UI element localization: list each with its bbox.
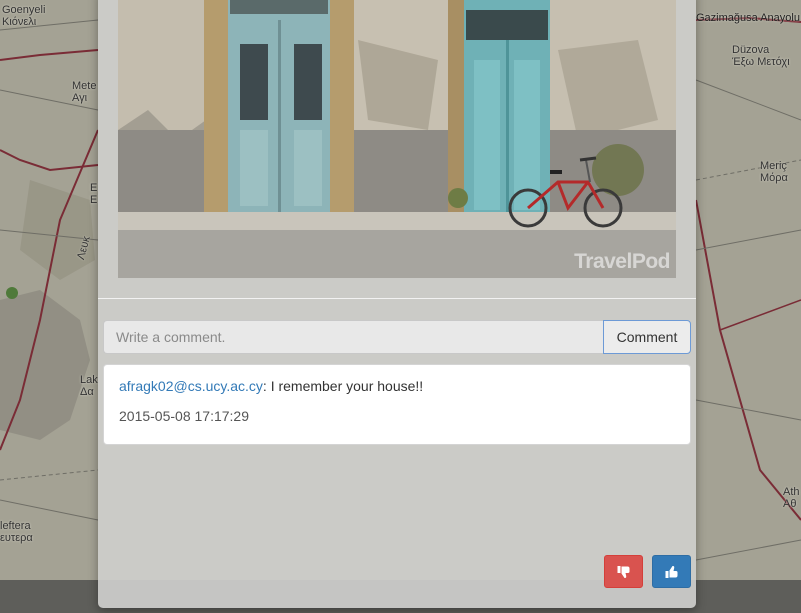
photo-image bbox=[118, 0, 676, 278]
map-label-mete: Mete Αγι bbox=[72, 80, 97, 104]
map-label-goenyeli: Goenyeli Κιόνελι bbox=[2, 4, 46, 28]
divider bbox=[98, 298, 696, 299]
map-label-duzova: Düzova Έξω Μετόχι bbox=[732, 44, 790, 68]
map-label-athienou: Ath Αθ bbox=[783, 486, 800, 510]
comment-card: afragk02@cs.ucy.ac.cy: I remember your h… bbox=[103, 364, 691, 445]
map-label-gazimagusa: Gazimağusa Anayolu bbox=[696, 12, 800, 24]
comment-separator: : bbox=[262, 378, 271, 394]
comment-author-link[interactable]: afragk02@cs.ucy.ac.cy bbox=[119, 378, 263, 394]
thumbs-down-icon bbox=[617, 565, 629, 578]
photo: TravelPod bbox=[118, 0, 676, 278]
comment-line: afragk02@cs.ucy.ac.cy: I remember your h… bbox=[119, 378, 423, 394]
comment-button[interactable]: Comment bbox=[603, 320, 691, 354]
map-label-e: E E bbox=[90, 182, 98, 206]
dislike-button[interactable] bbox=[604, 555, 643, 588]
map-label-leftera: leftera ευτερα bbox=[0, 520, 33, 544]
photo-watermark: TravelPod bbox=[574, 250, 670, 273]
like-button[interactable] bbox=[652, 555, 691, 588]
photo-modal: TravelPod Comment afragk02@cs.ucy.ac.cy:… bbox=[98, 0, 696, 608]
map-label-meric: Meriç Μόρα bbox=[760, 160, 788, 184]
comment-date: 2015-05-08 17:17:29 bbox=[119, 408, 249, 424]
comment-text: I remember your house!! bbox=[270, 378, 424, 394]
comment-input[interactable] bbox=[103, 320, 603, 354]
map-label-larnaca: Lak Δα bbox=[80, 374, 98, 398]
thumbs-up-icon bbox=[665, 565, 677, 578]
